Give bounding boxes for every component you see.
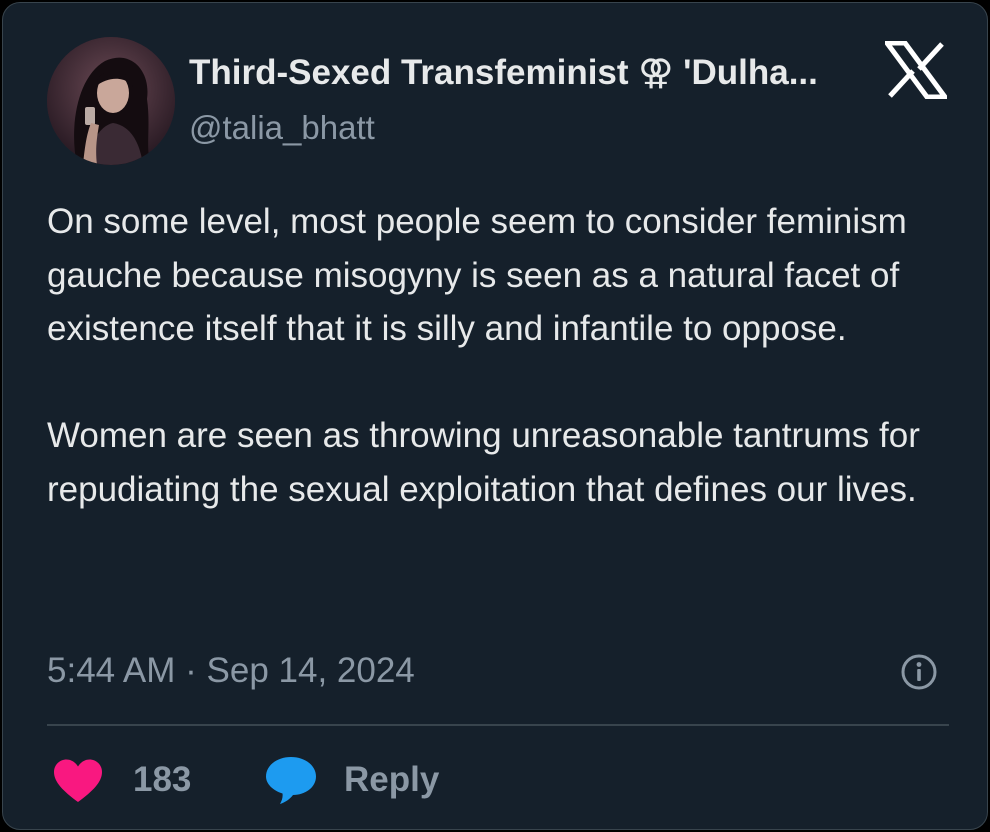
like-count[interactable]: 183 [133, 757, 191, 803]
reply-button[interactable]: Reply [344, 757, 439, 803]
divider [47, 724, 949, 726]
tweet-timestamp[interactable]: 5:44 AM · Sep 14, 2024 [47, 647, 415, 695]
avatar-image [47, 37, 175, 165]
user-handle[interactable]: @talia_bhatt [189, 105, 375, 151]
info-icon[interactable] [900, 653, 938, 691]
tweet-text: On some level, most people seem to consi… [47, 195, 947, 516]
tweet-paragraph: Women are seen as throwing unreasonable … [47, 416, 920, 509]
speech-bubble-icon[interactable] [265, 755, 317, 805]
tweet-card: Third-Sexed Transfeminist ⚢ 'Dulha... @t… [2, 2, 988, 830]
tweet-paragraph: On some level, most people seem to consi… [47, 202, 907, 348]
avatar[interactable] [47, 37, 175, 165]
heart-icon[interactable] [53, 759, 103, 803]
display-name[interactable]: Third-Sexed Transfeminist ⚢ 'Dulha... [189, 49, 849, 97]
x-logo-icon[interactable] [885, 41, 947, 99]
